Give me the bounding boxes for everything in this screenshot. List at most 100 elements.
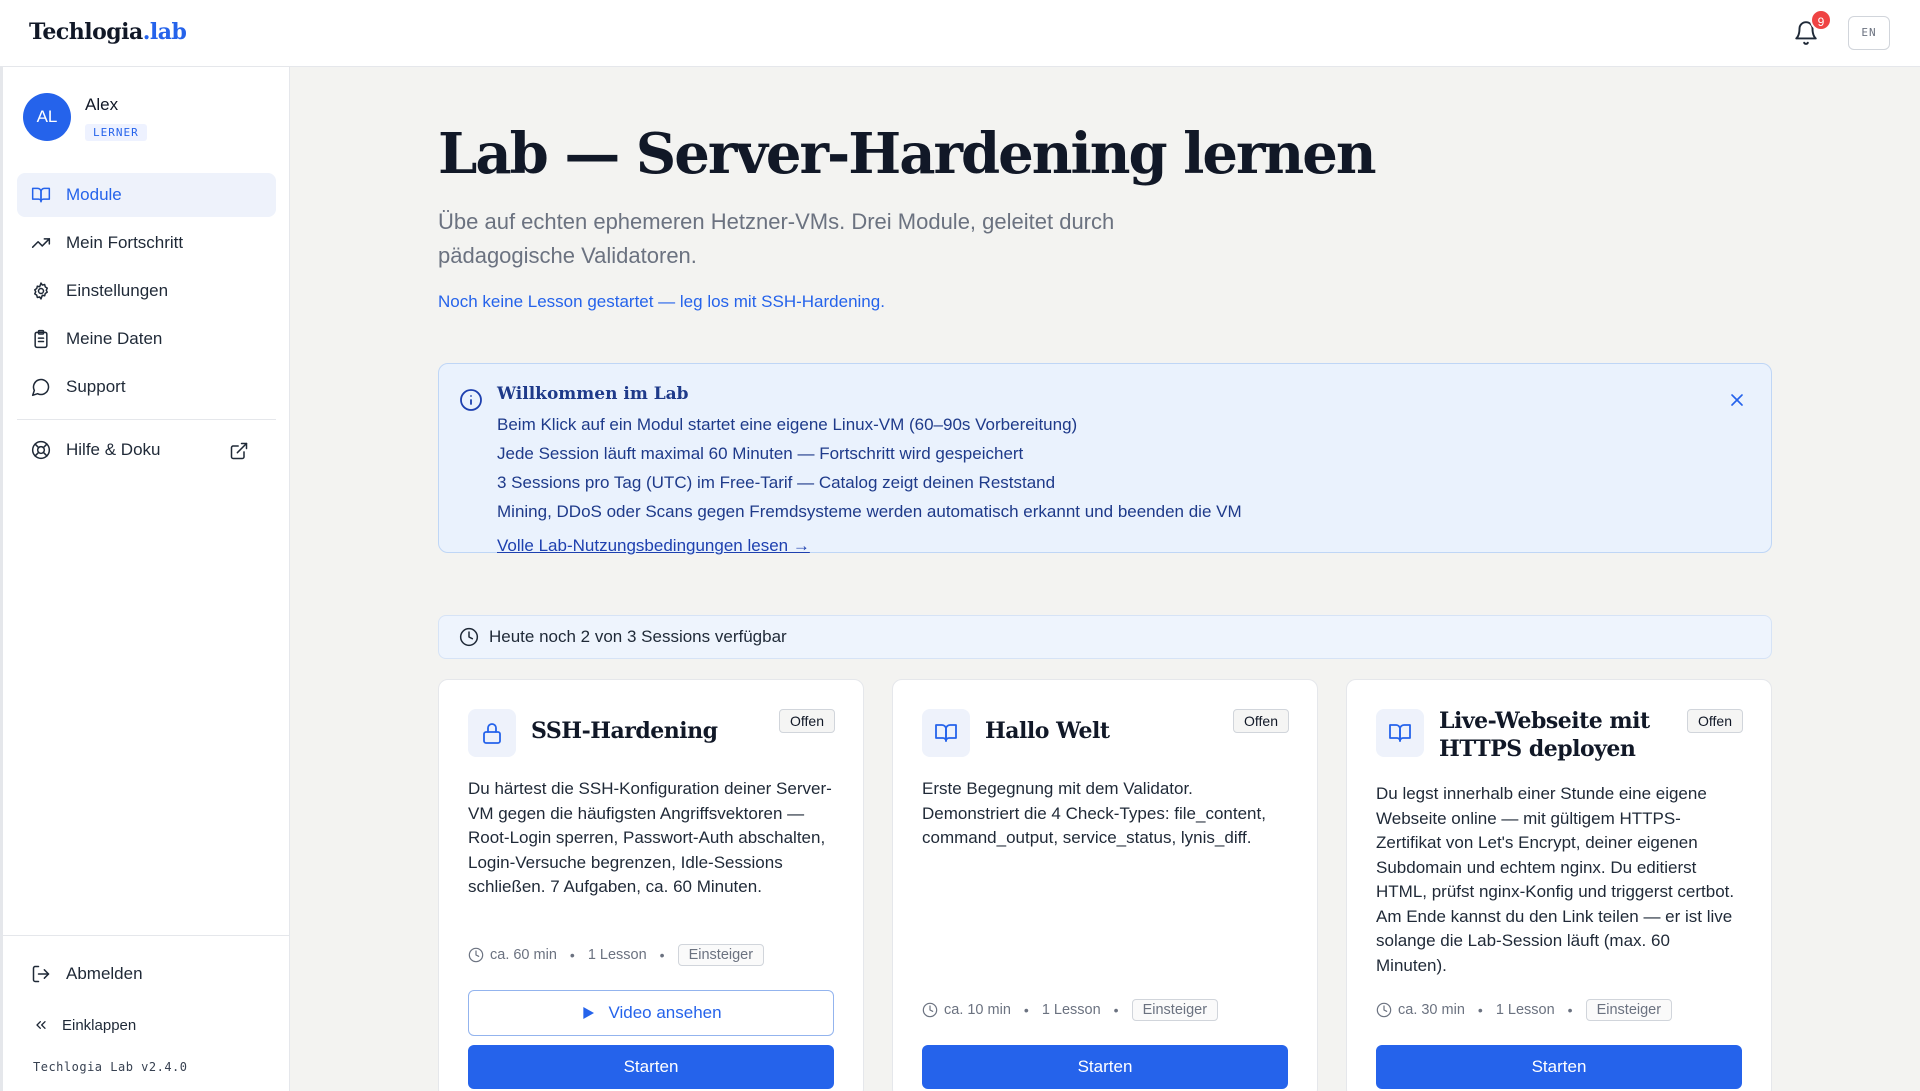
clock-icon — [468, 947, 484, 963]
close-icon[interactable] — [1727, 390, 1747, 410]
trending-up-icon — [31, 238, 51, 248]
module-title: Hallo Welt — [985, 718, 1110, 744]
separator-dot: • — [569, 947, 575, 963]
sidebar-item-label: Meine Daten — [66, 329, 163, 348]
welcome-line: 3 Sessions pro Tag (UTC) im Free-Tarif —… — [497, 473, 1056, 492]
terms-link[interactable]: Volle Lab-Nutzungsbedingungen lesen → — [497, 536, 810, 556]
sessions-text: Heute noch 2 von 3 Sessions verfügbar — [489, 627, 787, 646]
module-duration: ca. 30 min — [1398, 1002, 1465, 1018]
info-icon — [460, 389, 482, 411]
module-meta: ca. 60 min • 1 Lesson • Einsteiger — [468, 944, 765, 966]
separator-dot: • — [659, 947, 665, 963]
collapse-label: Einklappen — [62, 1016, 137, 1034]
logout-button[interactable]: Abmelden — [17, 952, 276, 996]
status-badge: Offen — [1233, 709, 1289, 733]
logout-label: Abmelden — [66, 964, 143, 983]
page-subtitle: Übe auf echten ephemeren Hetzner-VMs. Dr… — [438, 209, 1115, 268]
life-buoy-icon — [31, 440, 51, 460]
module-duration: ca. 60 min — [490, 947, 557, 963]
lock-icon — [483, 723, 501, 744]
sidebar-item-module[interactable]: Module — [17, 173, 276, 217]
sidebar-item-fortschritt[interactable]: Mein Fortschritt — [17, 221, 276, 265]
gear-icon — [34, 282, 48, 300]
module-meta: ca. 30 min • 1 Lesson • Einsteiger — [1376, 999, 1673, 1021]
separator-dot: • — [1023, 1002, 1029, 1018]
book-open-icon — [1389, 724, 1411, 742]
sidebar-item-einstellungen[interactable]: Einstellungen — [17, 269, 276, 313]
sidebar-item-label: Module — [66, 185, 122, 204]
user-role-badge: LERNER — [85, 124, 147, 141]
start-module-button[interactable]: Starten — [468, 1045, 834, 1089]
chevrons-left-icon — [36, 1021, 46, 1029]
module-card-hallo-welt: Hallo Welt Offen Erste Begegnung mit dem… — [892, 679, 1318, 1091]
sidebar-item-label: Mein Fortschritt — [66, 233, 184, 252]
module-description: Du härtest die SSH-Konfiguration deiner … — [468, 779, 832, 896]
module-card-live-webseite: Live-Webseite mit HTTPS deployen Offen D… — [1346, 679, 1772, 1091]
module-title: SSH-Hardening — [531, 718, 718, 744]
sidebar: AL Alex LERNER Module Mein Fortschritt E… — [0, 67, 290, 1091]
notification-count-badge: 9 — [1810, 9, 1832, 31]
collapse-sidebar-button[interactable]: Einklappen — [17, 1007, 276, 1043]
brand-name: Techlogia — [29, 19, 143, 45]
sidebar-item-label: Einstellungen — [66, 281, 169, 300]
sidebar-item-label: Hilfe & Doku — [66, 440, 161, 459]
module-icon — [468, 709, 516, 757]
sidebar-nav: Module Mein Fortschritt Einstellungen Me… — [17, 173, 276, 476]
book-open-icon — [935, 724, 957, 742]
user-name: Alex — [85, 95, 119, 114]
module-duration: ca. 10 min — [944, 1002, 1011, 1018]
module-meta: ca. 10 min • 1 Lesson • Einsteiger — [922, 999, 1219, 1021]
start-module-button[interactable]: Starten — [922, 1045, 1288, 1089]
status-badge: Offen — [779, 709, 835, 733]
welcome-line: Mining, DDoS oder Scans gegen Fremdsyste… — [497, 502, 1242, 521]
watch-video-button[interactable]: Video ansehen — [468, 990, 834, 1036]
sidebar-bottom-divider — [3, 935, 290, 936]
start-lesson-link[interactable]: Noch keine Lesson gestartet — leg los mi… — [438, 292, 885, 312]
sidebar-item-hilfe-doku[interactable]: Hilfe & Doku — [17, 428, 276, 472]
sessions-remaining-banner: Heute noch 2 von 3 Sessions verfügbar — [438, 615, 1772, 659]
external-link-icon — [230, 442, 248, 460]
top-bar: Techlogia.lab 9 EN — [0, 0, 1920, 67]
module-level-badge: Einsteiger — [1131, 999, 1219, 1021]
sidebar-item-label: Support — [66, 377, 126, 396]
play-icon — [583, 1007, 595, 1019]
module-lessons: 1 Lesson — [1041, 1002, 1101, 1018]
avatar: AL — [23, 93, 71, 141]
separator-dot: • — [1113, 1002, 1119, 1018]
book-open-icon — [31, 187, 51, 203]
module-level-badge: Einsteiger — [1585, 999, 1673, 1021]
welcome-line: Jede Session läuft maximal 60 Minuten — … — [497, 444, 1024, 463]
start-module-button[interactable]: Starten — [1376, 1045, 1742, 1089]
user-profile: AL Alex LERNER — [23, 93, 273, 149]
separator-dot: • — [1567, 1002, 1573, 1018]
sidebar-divider — [17, 419, 276, 420]
clock-icon — [459, 627, 479, 647]
message-circle-icon — [31, 378, 50, 397]
module-description: Erste Begegnung mit dem Validator. Demon… — [922, 779, 1266, 847]
sidebar-item-meine-daten[interactable]: Meine Daten — [17, 317, 276, 361]
clipboard-icon — [34, 329, 48, 349]
video-button-label: Video ansehen — [608, 1003, 722, 1022]
language-switch-button[interactable]: EN — [1848, 16, 1890, 50]
module-title: Live-Webseite mit HTTPS deployen — [1439, 708, 1650, 762]
welcome-line: Beim Klick auf ein Modul startet eine ei… — [497, 415, 1078, 434]
separator-dot: • — [1477, 1002, 1483, 1018]
brand-logo[interactable]: Techlogia.lab — [29, 19, 187, 45]
clock-icon — [1376, 1002, 1392, 1018]
sidebar-item-support[interactable]: Support — [17, 365, 276, 409]
module-icon — [1376, 709, 1424, 757]
module-icon — [922, 709, 970, 757]
module-level-badge: Einsteiger — [677, 944, 765, 966]
module-lessons: 1 Lesson — [1495, 1002, 1555, 1018]
module-card-ssh-hardening: SSH-Hardening Offen Du härtest die SSH-K… — [438, 679, 864, 1091]
welcome-notice: Willkommen im Lab Beim Klick auf ein Mod… — [438, 363, 1772, 556]
status-badge: Offen — [1687, 709, 1743, 733]
clock-icon — [922, 1002, 938, 1018]
log-out-icon — [32, 965, 50, 983]
brand-suffix: .lab — [142, 19, 187, 45]
welcome-lines: Beim Klick auf ein Modul startet eine ei… — [497, 410, 1242, 526]
app-version: Techlogia Lab v2.4.0 — [33, 1060, 188, 1074]
module-description: Du legst innerhalb einer Stunde eine eig… — [1376, 784, 1735, 975]
module-lessons: 1 Lesson — [587, 947, 647, 963]
page-title: Lab — Server-Hardening lernen — [438, 121, 1377, 187]
